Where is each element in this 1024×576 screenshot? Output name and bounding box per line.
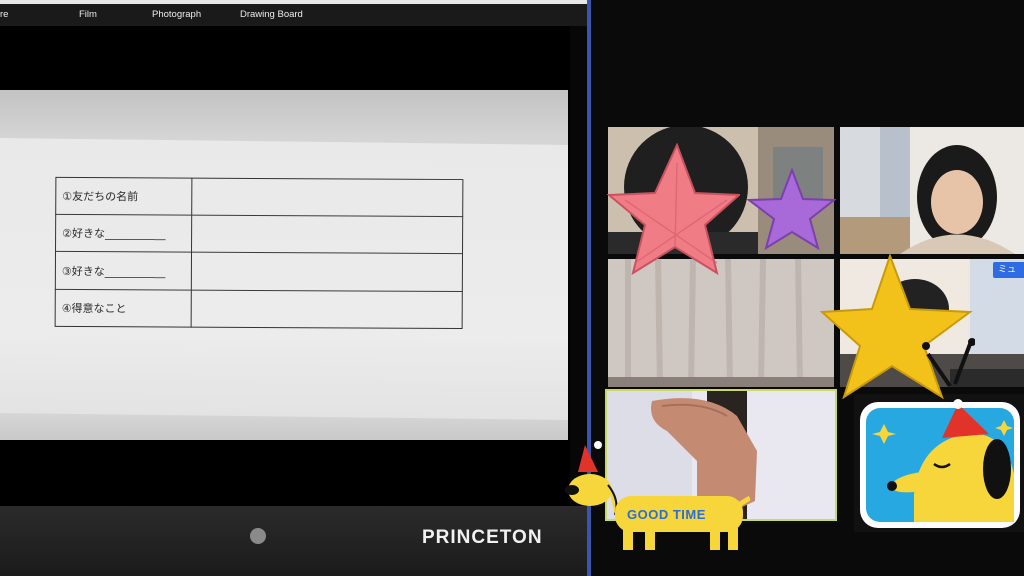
document-camera-window: re Film Photograph Drawing Board ①友だちの名前… bbox=[0, 0, 587, 576]
video-tile-teacher[interactable] bbox=[840, 127, 1024, 254]
row-label: ④得意なこと bbox=[61, 301, 127, 316]
participant-3-video bbox=[608, 259, 834, 387]
row-label: ①友だちの名前 bbox=[62, 189, 139, 204]
worksheet-table: ①友だちの名前 ②好きな___________ ③好きな___________ … bbox=[54, 176, 466, 331]
menu-item-partial[interactable]: re bbox=[0, 9, 8, 20]
video-tile-participant-3[interactable] bbox=[608, 259, 834, 387]
row-label: ③好きな___________ bbox=[61, 264, 166, 279]
purple-star-icon bbox=[746, 168, 836, 250]
menu-item-film[interactable]: Film bbox=[79, 9, 97, 20]
table-row: ②好きな___________ bbox=[55, 213, 464, 255]
video-tile-avatar[interactable] bbox=[854, 394, 1024, 532]
menu-item-photograph[interactable]: Photograph bbox=[152, 9, 201, 20]
table-row: ④得意なこと bbox=[55, 289, 463, 328]
dog-sticker-text: GOOD TIME bbox=[627, 507, 706, 522]
dog-sticker-icon bbox=[565, 441, 750, 550]
teacher-video bbox=[840, 127, 1024, 254]
menu-bar: re Film Photograph Drawing Board bbox=[0, 4, 587, 26]
record-dot-icon[interactable] bbox=[250, 528, 266, 544]
mute-badge[interactable]: ミュ bbox=[993, 262, 1024, 278]
gold-star-icon bbox=[820, 254, 975, 399]
table-row: ③好きな___________ bbox=[54, 251, 464, 293]
dog-sticker: GOOD TIME bbox=[560, 440, 750, 555]
tv-dog-sticker-icon bbox=[860, 399, 1020, 528]
menu-item-drawing-board[interactable]: Drawing Board bbox=[240, 9, 303, 20]
row-label: ②好きな___________ bbox=[62, 226, 166, 241]
table-row: ①友だちの名前 bbox=[55, 176, 464, 218]
brand-logo: PRINCETON bbox=[422, 527, 543, 548]
pink-star-icon bbox=[606, 143, 740, 276]
